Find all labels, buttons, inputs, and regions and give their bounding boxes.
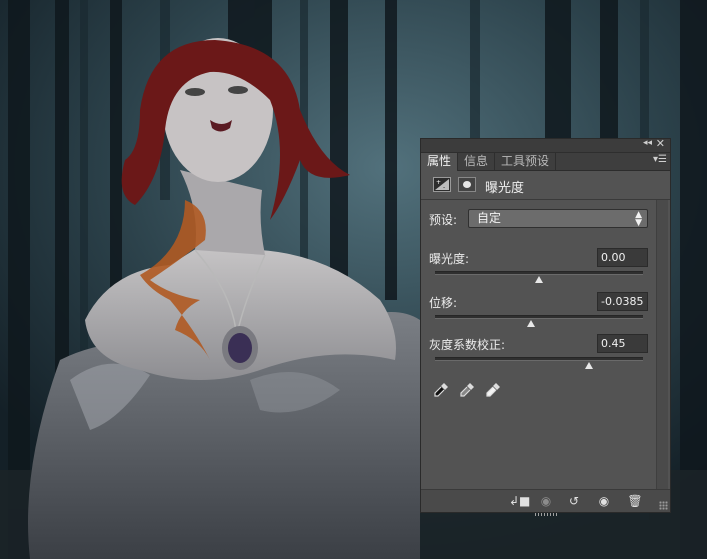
svg-text:-: - [443, 184, 445, 191]
exposure-label: 曝光度: [429, 252, 470, 266]
dock-grip-icon[interactable] [535, 513, 557, 516]
mask-icon[interactable] [458, 177, 476, 192]
white-eyedropper-icon[interactable] [485, 382, 501, 398]
panel-body: 预设: 自定 ▲ ▼ 曝光度: 0.00 位移: -0.0385 灰度系数校正: … [421, 200, 670, 504]
preset-dropdown[interactable]: 自定 ▲ ▼ [468, 209, 648, 228]
properties-panel: ◂◂ ✕ 属性 信息 工具预设 ▾☰ + - 曝光度 预设: 自定 ▲ ▼ 曝光度… [420, 137, 671, 516]
preset-value: 自定 [477, 211, 502, 225]
gamma-slider-thumb[interactable] [584, 362, 593, 369]
dropdown-arrows-icon: ▲ ▼ [635, 210, 642, 228]
tab-tool-presets[interactable]: 工具预设 [495, 153, 557, 170]
adjustment-icon[interactable]: + - [433, 177, 451, 192]
exposure-slider-track[interactable] [435, 271, 643, 275]
tab-info[interactable]: 信息 [458, 153, 496, 170]
exposure-glyph: + - [435, 179, 449, 191]
panel-titlebar[interactable]: ◂◂ ✕ [421, 137, 670, 153]
gray-eyedropper-icon[interactable] [459, 382, 475, 398]
clip-to-layer-icon[interactable]: ↲■ [509, 493, 530, 509]
gamma-input[interactable]: 0.45 [597, 334, 648, 353]
close-icon[interactable]: ✕ [656, 137, 665, 150]
panel-menu-icon[interactable]: ▾☰ [653, 154, 667, 165]
adjustment-header: + - 曝光度 [421, 171, 670, 200]
panel-tabs: 属性 信息 工具预设 ▾☰ [421, 153, 670, 171]
exposure-slider-thumb[interactable] [535, 276, 543, 283]
collapse-icon[interactable]: ◂◂ [643, 138, 652, 148]
tab-properties[interactable]: 属性 [421, 153, 459, 171]
offset-slider-thumb[interactable] [526, 320, 535, 327]
visibility-icon[interactable]: ◉ [595, 493, 613, 509]
adjustment-title: 曝光度 [485, 181, 525, 196]
black-eyedropper-icon[interactable] [433, 382, 449, 398]
view-previous-icon[interactable]: ◉ [537, 493, 555, 509]
offset-input[interactable]: -0.0385 [597, 292, 648, 311]
svg-text:+: + [436, 179, 441, 186]
panel-footer: ↲■ ◉ ↺ ◉ 🗑 [421, 489, 670, 516]
reset-icon[interactable]: ↺ [565, 493, 583, 509]
gamma-slider-track[interactable] [435, 357, 643, 361]
trash-icon[interactable]: 🗑 [626, 493, 644, 509]
gamma-label: 灰度系数校正: [429, 338, 506, 352]
preset-label: 预设: [429, 213, 458, 227]
offset-slider-track[interactable] [435, 315, 643, 319]
resize-grip-icon[interactable] [659, 501, 668, 510]
exposure-input[interactable]: 0.00 [597, 248, 648, 267]
offset-label: 位移: [429, 296, 458, 310]
panel-scrollbar[interactable] [656, 200, 668, 504]
